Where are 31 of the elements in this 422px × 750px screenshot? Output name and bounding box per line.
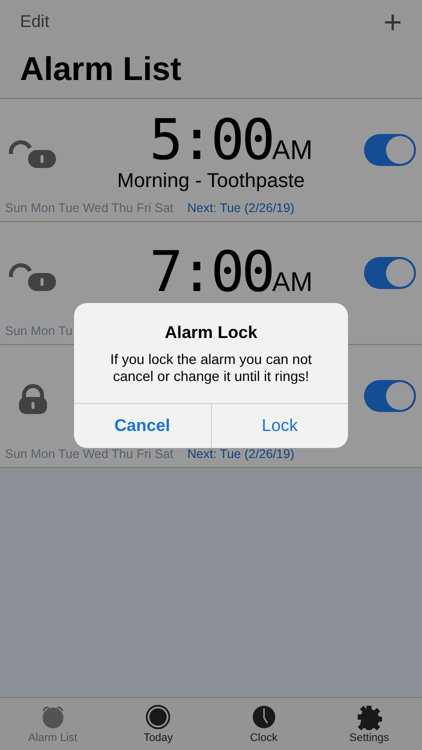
- lock-button[interactable]: Lock: [210, 404, 348, 448]
- cancel-button[interactable]: Cancel: [74, 404, 210, 448]
- unlocked-padlock-icon[interactable]: [8, 261, 58, 291]
- gear-icon: [356, 704, 382, 730]
- alarm-row[interactable]: 5:00AM Morning - Toothpaste Sun Mon Tue Wed Thu Fri Sat Next: Tue (2/26/19): [0, 99, 422, 222]
- tab-item[interactable]: Today: [106, 698, 211, 750]
- alarm-toggle[interactable]: [364, 134, 416, 166]
- page-title: Alarm List: [19, 49, 182, 89]
- dialog-title: Alarm Lock: [164, 323, 258, 343]
- weekdays-text: Sun Mon Tue Wed Thu Fri Sat: [5, 201, 174, 215]
- tab-item[interactable]: Settings: [316, 698, 422, 750]
- tab-item[interactable]: Clock: [211, 698, 316, 750]
- unlocked-padlock-icon[interactable]: [8, 138, 58, 168]
- weekdays-text: Sun Mon Tu: [5, 324, 72, 338]
- tab-item[interactable]: Alarm List: [0, 698, 106, 750]
- meridiem-label: AM: [272, 134, 313, 166]
- add-button[interactable]: +: [383, 6, 402, 38]
- next-date-text: Next: Tue (2/26/19): [187, 201, 294, 215]
- weekdays-text: Sun Mon Tue Wed Thu Fri Sat: [5, 447, 174, 461]
- alarm-label: Morning - Toothpaste: [117, 170, 305, 192]
- edit-button[interactable]: Edit: [20, 12, 50, 32]
- record-icon: [145, 704, 172, 730]
- meridiem-label: AM: [272, 267, 313, 298]
- next-date-text: Next: Tue (2/26/19): [187, 447, 294, 461]
- clock-icon: [250, 704, 277, 730]
- dialog-message: If you lock the alarm you can not cancel or change it until it rings!: [109, 351, 313, 385]
- alarm-clock-icon: [40, 704, 66, 730]
- alarm-time: 5:00: [149, 108, 272, 172]
- alarm-time: 7:00: [149, 240, 272, 306]
- alarm-toggle[interactable]: [364, 257, 416, 289]
- alarm-toggle[interactable]: [364, 380, 416, 412]
